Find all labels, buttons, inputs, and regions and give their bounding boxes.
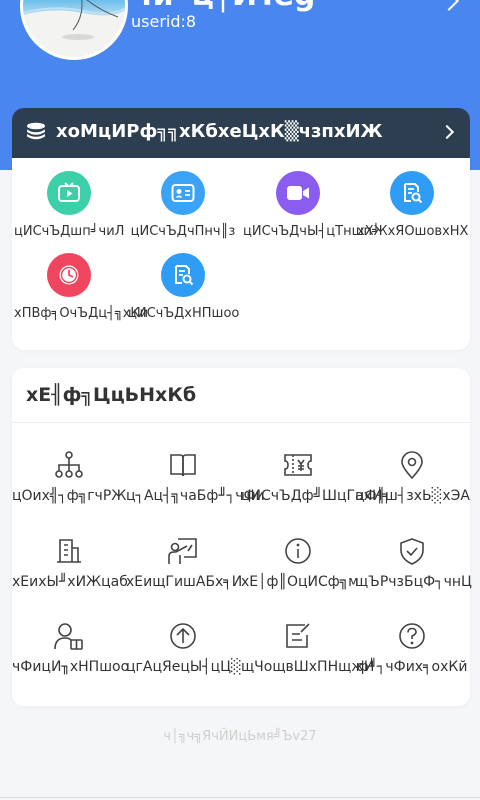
coins-icon: [27, 122, 45, 140]
video-play-icon: [47, 171, 91, 215]
service-promotion-agent[interactable]: цОих╣┐ф╗гчРЖ: [12, 450, 126, 504]
shortcut-my-courses[interactable]: цИСчЪДшп╛чиЛ: [14, 171, 124, 239]
chevron-right-icon[interactable]: [439, 0, 459, 11]
video-camera-icon: [276, 171, 320, 215]
shortcut-label: хПВф╕ОчЪДц┤╗хКи: [14, 306, 149, 321]
hierarchy-icon: [55, 451, 83, 478]
service-feedback[interactable]: щЧощвШхПНщжИ: [241, 621, 375, 675]
book-icon: [170, 454, 196, 477]
service-all-teachers[interactable]: хЕищГишАБх╕И: [126, 536, 243, 590]
service-check-update[interactable]: цгАцЯецЫ┤цЦ░: [126, 621, 242, 675]
section-title: хЕ╢ф╗ЦцЬНхКб: [26, 384, 197, 406]
shortcut-label: цИСчЪДчЫ┤цТншп╛: [243, 224, 380, 239]
id-card-icon: [161, 171, 205, 215]
service-activation-code[interactable]: ц┐Ац┤╗чаБф╜┐чФи: [126, 450, 265, 504]
shortcut-label: цИСчЪДхНПшоо: [128, 306, 240, 321]
service-label: ф╜┐чФих╕охКй: [356, 659, 468, 675]
building-icon: [57, 539, 81, 563]
avatar[interactable]: [20, 0, 128, 60]
document-search-icon: [390, 171, 434, 215]
service-my-coupons[interactable]: цИСчЪДф╝ШцГахИ╕: [241, 450, 391, 504]
service-about-us[interactable]: хЕ│ф║ОцИСф╗м: [241, 536, 359, 590]
version-text: ч│╗ч╗ЯчЙИцЬмя╝Ъv27: [163, 729, 317, 744]
service-label: щЪРчзБцФ┐чнЦ: [355, 574, 472, 590]
service-label: цгАцЯецЫ┤цЦ░: [126, 659, 242, 675]
shortcut-label: цИСчЪДчПнч║з: [130, 224, 236, 239]
user-agreement-icon: [54, 623, 83, 650]
shortcut-my-agreement[interactable]: цИСчЪДхНПшоо: [128, 253, 240, 321]
service-label: хЕищГишАБх╕И: [126, 574, 243, 590]
arrow-up-circle-icon: [170, 623, 196, 649]
other-services-card: хЕ╢ф╗ЦцЬНхКб цОих╣┐ф╗гчРЖ ц┐Ац┤╗чаБф╜┐чФ…: [12, 368, 472, 706]
shortcut-label: цИСчЪДшп╛чиЛ: [14, 224, 125, 239]
question-icon: [399, 623, 425, 649]
divider: [12, 422, 470, 423]
service-label: хЕ│ф║ОцИСф╗м: [241, 574, 359, 590]
shortcut-my-live-class[interactable]: цИСчЪДчЫ┤цТншп╛: [243, 171, 380, 239]
service-label: щЧощвШхПНщжИ: [241, 659, 375, 675]
task-reward-banner[interactable]: хоМцИРф╗╗хКбхеЦхК▒чзпхИЖ: [12, 108, 470, 158]
feedback-icon: [286, 623, 310, 648]
service-label: цФ╢ш┤зхЬ░хЭА: [355, 488, 470, 504]
info-icon: [285, 538, 311, 564]
service-label: чФицИ╖хНПшоо: [12, 659, 130, 675]
shortcut-card: цИСчЪДшп╛чиЛ цИСчЪДчПнч║з цИСчЪДчЫ┤цТншп…: [12, 158, 470, 350]
avatar-beach-image: [23, 0, 125, 57]
shield-check-icon: [400, 538, 424, 565]
service-user-agreement[interactable]: чФицИ╖хНПшоо: [12, 621, 130, 675]
shortcut-my-class[interactable]: цИСчЪДчПнч║з: [128, 171, 238, 239]
user-id: userid:8: [131, 12, 197, 31]
coupon-icon: [284, 454, 312, 476]
shortcut-joined-activities[interactable]: хПВф╕ОчЪДц┤╗хКи: [14, 253, 149, 321]
service-label: цИСчЪДф╝ШцГахИ╕: [241, 488, 391, 504]
chevron-right-icon: [439, 124, 455, 140]
shortcut-mall-orders[interactable]: хХЖхЯОшовхНХ: [357, 171, 469, 239]
shortcut-label: хХЖхЯОшовхНХ: [357, 224, 469, 239]
bottom-divider: [0, 797, 480, 798]
service-privacy-policy[interactable]: щЪРчзБцФ┐чнЦ: [355, 536, 472, 590]
task-banner-label: хоМцИРф╗╗хКбхеЦхК▒чзпхИЖ: [56, 121, 383, 142]
service-help[interactable]: ф╜┐чФих╕охКй: [355, 621, 469, 675]
location-pin-icon: [401, 451, 423, 480]
document-search-icon: [161, 253, 205, 297]
clock-icon: [47, 253, 91, 297]
service-label: хЕихЫ╜хИЖцаб: [12, 574, 128, 590]
teacher-icon: [168, 538, 197, 564]
service-national-branches[interactable]: хЕихЫ╜хИЖцаб: [12, 536, 128, 590]
service-shipping-address[interactable]: цФ╢ш┤зхЬ░хЭА: [355, 450, 470, 504]
service-label: цОих╣┐ф╗гчРЖ: [12, 488, 127, 504]
service-label: ц┐Ац┤╗чаБф╜┐чФи: [126, 488, 265, 504]
